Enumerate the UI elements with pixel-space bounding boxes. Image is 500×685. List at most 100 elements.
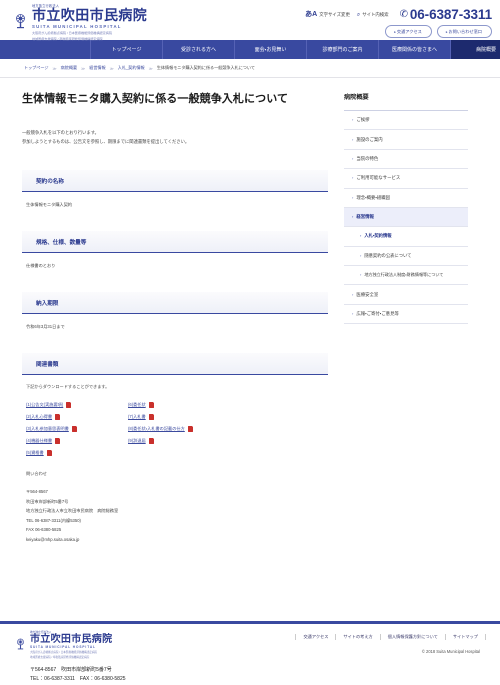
chevron-right-icon: ›	[352, 176, 353, 180]
pdf-icon	[55, 414, 60, 420]
nav-item-hospital-overview[interactable]: 病院概要	[450, 40, 500, 59]
document-link-label[interactable]: (5)資格書	[26, 450, 44, 456]
sidebar-item-label: 広報・ご寄付・ご意見等	[356, 311, 399, 317]
header-buttons: 交通アクセス お問い合わせ窓口	[305, 25, 492, 38]
document-link-1[interactable]: (1)公告文(実施要項)	[26, 399, 122, 411]
footer-tel-fax: TEL：06-6387-3311 FAX：06-6380-5825	[30, 675, 126, 684]
document-link-5[interactable]: (5)資格書	[26, 447, 122, 459]
pdf-icon	[47, 450, 52, 456]
sidebar-item-label: 地方独立行政法人制度・財務情報等について	[364, 272, 443, 278]
document-link-label[interactable]: (3)入札参加意思表明書	[26, 426, 69, 432]
breadcrumb-separator: ≫	[81, 66, 85, 71]
sidebar-item-bidding-contract-info[interactable]: › 入札・契約情報	[344, 227, 468, 246]
footer-address: 〒564-8567 吹田市岸部新町5番7号	[30, 666, 126, 675]
sidebar-item-philosophy[interactable]: › 理念・概要・組織図	[344, 189, 468, 208]
pdf-icon	[55, 438, 60, 444]
font-size-control[interactable]: あA 文字サイズ変更	[305, 11, 350, 18]
pdf-icon	[149, 402, 154, 408]
sidebar-item-features[interactable]: › 当院の特色	[344, 150, 468, 169]
footer-link-access[interactable]: 交通アクセス	[295, 634, 336, 640]
sidebar-item-label: 医療安全室	[356, 292, 378, 298]
footer-sub-line-1: 大阪府がん診療拠点病院 / 日本医療機能評価機構認定病院	[30, 651, 126, 655]
pdf-icon	[188, 426, 193, 432]
sidebar-item-facilities[interactable]: › 施設のご案内	[344, 130, 468, 149]
sidebar-item-discretionary-contracts[interactable]: › 随意契約の公表について	[344, 247, 468, 266]
sidebar-item-pr-donation[interactable]: › 広報・ご寄付・ご意見等	[344, 305, 468, 324]
sidebar-item-label: 経営情報	[356, 214, 374, 220]
site-logo[interactable]: 地方独立行政法人 市立吹田市民病院 SUITA MUNICIPAL HOSPIT…	[12, 3, 147, 41]
search-icon: ⌕	[357, 12, 360, 18]
document-link-grid: (1)公告文(実施要項) (6)委任状 (2)入札心得書 (7)入札書 (3)入…	[22, 399, 328, 459]
document-link-label[interactable]: (1)公告文(実施要項)	[26, 402, 63, 408]
breadcrumb-item-3[interactable]: 入札_契約情報	[118, 65, 145, 71]
footer-links: 交通アクセス サイトの考え方 個人情報保護方針について サイトマップ	[295, 634, 486, 640]
sidebar-title: 病院概要	[344, 92, 468, 111]
site-search-control[interactable]: ⌕ サイト内検索	[357, 12, 389, 18]
download-note: 下記からダウンロードすることができます。	[22, 384, 328, 390]
nav-item-medical-pros[interactable]: 医療関係の皆さまへ	[378, 40, 450, 59]
section-heading-contract-name: 契約の名称	[22, 170, 328, 192]
contact-organization: 地方独立行政法人市立吹田市民病院 病院総務室	[26, 506, 328, 515]
breadcrumb-separator: ≫	[149, 66, 153, 71]
nav-item-visiting[interactable]: 面会・お見舞い	[234, 40, 306, 59]
contact-email[interactable]: keiyaku@mhp.suita.osaka.jp	[26, 535, 328, 544]
nav-item-departments[interactable]: 診療部門のご案内	[306, 40, 378, 59]
contact-tel: TEL 06-6387-3311(内線5350)	[26, 516, 328, 525]
chevron-right-icon: ›	[352, 293, 353, 297]
sidebar-item-medical-safety[interactable]: › 医療安全室	[344, 285, 468, 304]
sidebar-item-management-info[interactable]: › 経営情報	[344, 208, 468, 227]
access-button[interactable]: 交通アクセス	[385, 25, 432, 38]
header-phone[interactable]: ✆ 06-6387-3311	[400, 7, 492, 22]
chevron-right-icon: ›	[360, 254, 361, 258]
nav-item-top[interactable]: トップページ	[90, 40, 162, 59]
footer-brand: 地方独立行政法人 市立吹田市民病院 SUITA MUNICIPAL HOSPIT…	[14, 632, 126, 683]
footer-copyright: © 2018 Suita Municipal Hospital	[295, 649, 486, 654]
contact-address: 吹田市岸部新町5番7号	[26, 497, 328, 506]
document-link-4[interactable]: (4)機器仕様書	[26, 435, 122, 447]
breadcrumb-item-0[interactable]: トップページ	[24, 65, 48, 71]
chevron-right-icon: ›	[352, 138, 353, 142]
breadcrumb: トップページ ≫ 病院概要 ≫ 経営情報 ≫ 入札_契約情報 ≫ 生体情報モニタ…	[24, 65, 500, 71]
sidebar-item-label: 理念・概要・組織図	[356, 195, 390, 201]
document-link-8[interactable]: (8)委任状・入札書の記載の仕方	[128, 423, 328, 435]
page-title: 生体情報モニタ購入契約に係る一般競争入札について	[22, 92, 328, 107]
breadcrumb-separator: ≫	[110, 66, 114, 71]
document-link-label[interactable]: (8)委任状・入札書の記載の仕方	[128, 426, 185, 432]
document-link-7[interactable]: (7)入札書	[128, 411, 328, 423]
header-utilities: あA 文字サイズ変更 ⌕ サイト内検索 ✆ 06-6387-3311 交通アクセ…	[305, 3, 492, 38]
footer-sub-line-2: 地域医療支援病院 / 卒後臨床研修評価機構認定病院	[30, 656, 126, 660]
nav-item-patients[interactable]: 受診される方へ	[162, 40, 234, 59]
sidebar-item-financial-info[interactable]: › 地方独立行政法人制度・財務情報等について	[344, 266, 468, 285]
section-body-specifications: 仕様書のとおり	[22, 262, 328, 270]
footer-link-privacy[interactable]: 個人情報保護方針について	[381, 634, 446, 640]
breadcrumb-item-2[interactable]: 経営情報	[89, 65, 105, 71]
chevron-right-icon: ›	[352, 196, 353, 200]
document-link-empty	[128, 447, 328, 459]
page-body: 生体情報モニタ購入契約に係る一般競争入札について 一般競争入札を以下のとおり行い…	[0, 78, 500, 544]
breadcrumb-separator: ≫	[52, 66, 56, 71]
document-link-2[interactable]: (2)入札心得書	[26, 411, 122, 423]
chevron-right-icon: ›	[360, 234, 361, 238]
document-link-label[interactable]: (6)委任状	[128, 402, 146, 408]
section-heading-delivery-deadline: 納入期限	[22, 292, 328, 314]
phone-icon: ✆	[400, 9, 408, 20]
breadcrumb-item-1[interactable]: 病院概要	[61, 65, 77, 71]
document-link-label[interactable]: (4)機器仕様書	[26, 438, 52, 444]
sidebar-item-services[interactable]: › ご利用可能なサービス	[344, 169, 468, 188]
footer-link-sitemap[interactable]: サイトマップ	[446, 634, 486, 640]
document-link-label[interactable]: (9)辞退届	[128, 438, 146, 444]
contact-heading: 問い合わせ	[26, 471, 328, 477]
document-link-9[interactable]: (9)辞退届	[128, 435, 328, 447]
document-link-3[interactable]: (3)入札参加意思表明書	[26, 423, 122, 435]
breadcrumb-bar: トップページ ≫ 病院概要 ≫ 経営情報 ≫ 入札_契約情報 ≫ 生体情報モニタ…	[0, 59, 500, 78]
sidebar-item-label: 随意契約の公表について	[364, 253, 411, 259]
footer-link-site-policy[interactable]: サイトの考え方	[336, 634, 380, 640]
chevron-right-icon: ›	[352, 118, 353, 122]
document-link-label[interactable]: (7)入札書	[128, 414, 146, 420]
document-link-label[interactable]: (2)入札心得書	[26, 414, 52, 420]
pdf-icon	[149, 414, 154, 420]
document-link-6[interactable]: (6)委任状	[128, 399, 328, 411]
sidebar-item-greeting[interactable]: › ご挨拶	[344, 111, 468, 130]
contact-button[interactable]: お問い合わせ窓口	[437, 25, 492, 38]
pdf-icon	[66, 402, 71, 408]
